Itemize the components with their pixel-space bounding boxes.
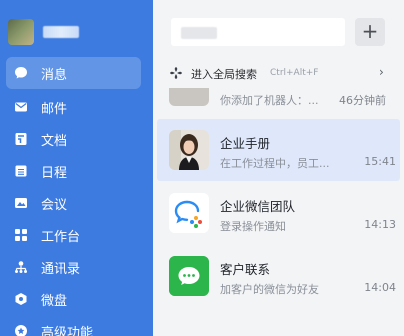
mail-icon bbox=[14, 100, 28, 114]
list-item[interactable]: 你添加了机器人：... 46分钟前 bbox=[157, 88, 400, 108]
wechat-icon bbox=[169, 256, 209, 296]
sidebar-item-contacts[interactable]: 通讯录 bbox=[0, 251, 153, 283]
person-avatar bbox=[169, 130, 209, 170]
username-redacted bbox=[43, 26, 79, 38]
search-input[interactable] bbox=[171, 18, 345, 46]
list-item-subtitle: 你添加了机器人：... bbox=[220, 94, 319, 107]
profile[interactable] bbox=[8, 18, 79, 46]
add-button[interactable]: + bbox=[355, 18, 385, 46]
sidebar-item-label: 消息 bbox=[41, 67, 68, 83]
global-search-icon bbox=[169, 66, 183, 80]
sidebar-item-drive[interactable]: 微盘 bbox=[0, 283, 153, 315]
sidebar-item-calendar[interactable]: 日程 bbox=[0, 155, 153, 187]
search-row: + bbox=[153, 12, 404, 52]
list-item-title: 企业微信团队 bbox=[220, 199, 296, 214]
list-item-time: 14:13 bbox=[364, 218, 396, 231]
list-item-subtitle: 在工作过程中，员工... bbox=[220, 157, 330, 170]
document-icon bbox=[14, 132, 28, 146]
list-item-time: 15:41 bbox=[364, 155, 396, 168]
list-item-time: 14:04 bbox=[364, 281, 396, 294]
list-item[interactable]: 客户联系 加客户的微信为好友 14:04 bbox=[157, 245, 400, 307]
sidebar-item-label: 工作台 bbox=[41, 229, 81, 245]
cloud-drive-icon bbox=[14, 292, 28, 306]
sidebar-nav: 消息 邮件 文档 日程 会议 工作台 通讯录 微盘 高级功能 bbox=[0, 57, 153, 336]
sidebar-item-label: 会议 bbox=[41, 197, 68, 213]
sidebar: 消息 邮件 文档 日程 会议 工作台 通讯录 微盘 高级功能 bbox=[0, 0, 153, 336]
sidebar-item-mail[interactable]: 邮件 bbox=[0, 91, 153, 123]
meeting-icon bbox=[14, 196, 28, 210]
list-item[interactable]: 企业手册 在工作过程中，员工... 15:41 bbox=[157, 119, 400, 181]
list-item-title: 客户联系 bbox=[220, 262, 271, 277]
sidebar-item-messages[interactable]: 消息 bbox=[6, 57, 141, 89]
message-icon bbox=[14, 66, 28, 80]
sidebar-item-workbench[interactable]: 工作台 bbox=[0, 219, 153, 251]
chevron-right-icon: › bbox=[379, 65, 384, 79]
calendar-icon bbox=[14, 164, 28, 178]
sidebar-item-docs[interactable]: 文档 bbox=[0, 123, 153, 155]
sidebar-item-label: 文档 bbox=[41, 133, 68, 149]
wecom-logo-icon bbox=[169, 193, 209, 233]
list-item-title: 企业手册 bbox=[220, 136, 271, 151]
sidebar-item-meeting[interactable]: 会议 bbox=[0, 187, 153, 219]
sidebar-item-label: 日程 bbox=[41, 165, 68, 181]
list-item-subtitle: 登录操作通知 bbox=[220, 220, 286, 233]
global-search-link[interactable]: 进入全局搜索 Ctrl+Alt+F › bbox=[153, 60, 404, 86]
list-item-subtitle: 加客户的微信为好友 bbox=[220, 283, 319, 296]
list-item[interactable]: 企业微信团队 登录操作通知 14:13 bbox=[157, 182, 400, 244]
avatar[interactable] bbox=[8, 19, 34, 45]
list-item-time: 46分钟前 bbox=[339, 94, 386, 107]
sidebar-item-label: 邮件 bbox=[41, 101, 68, 117]
global-search-shortcut: Ctrl+Alt+F bbox=[270, 68, 319, 78]
global-search-label: 进入全局搜索 bbox=[191, 68, 257, 81]
search-placeholder-redacted bbox=[181, 27, 217, 39]
advanced-features-icon bbox=[14, 324, 28, 336]
sidebar-item-label: 高级功能 bbox=[41, 325, 94, 336]
robot-avatar bbox=[169, 88, 209, 106]
sidebar-item-label: 微盘 bbox=[41, 293, 68, 309]
sidebar-item-advanced[interactable]: 高级功能 bbox=[0, 315, 153, 336]
workbench-icon bbox=[14, 228, 28, 242]
contacts-icon bbox=[14, 260, 28, 274]
conversation-panel: + 进入全局搜索 Ctrl+Alt+F › 你添加了机器人：... 46分钟前 bbox=[153, 0, 404, 336]
sidebar-item-label: 通讯录 bbox=[41, 261, 81, 277]
